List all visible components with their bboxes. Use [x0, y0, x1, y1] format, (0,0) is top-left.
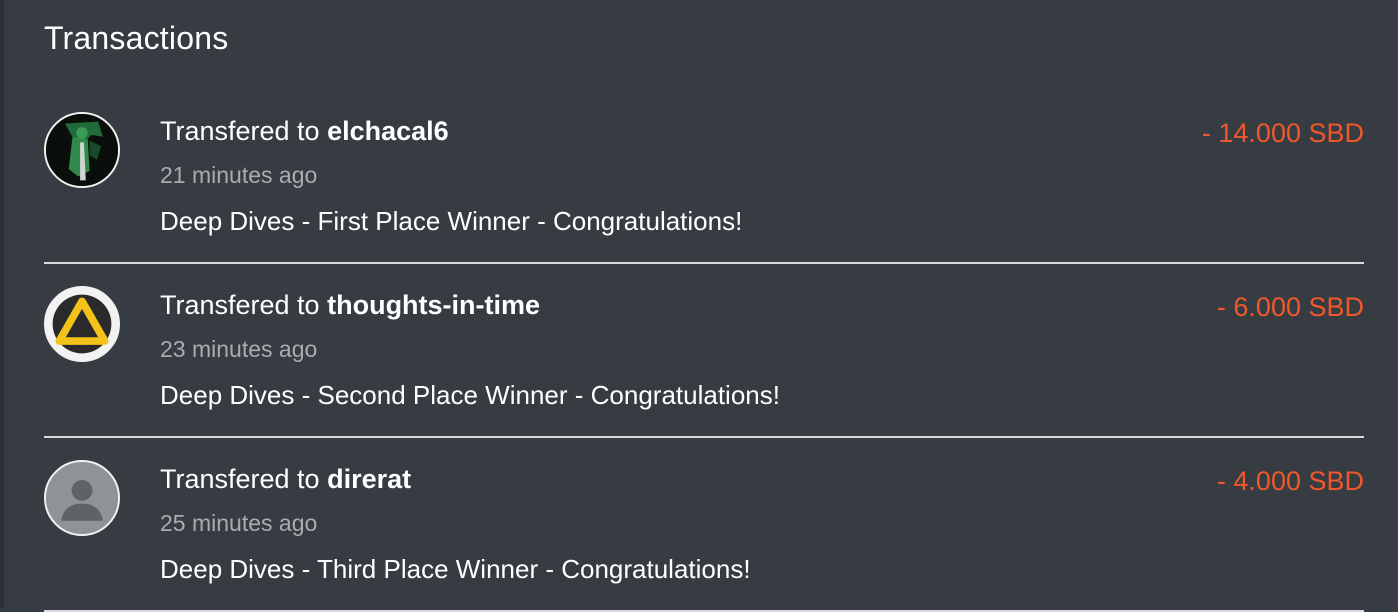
transfer-line: Transfered to thoughts-in-time — [160, 290, 540, 321]
recipient-link[interactable]: direrat — [327, 464, 411, 494]
transaction-time: 23 minutes ago — [160, 336, 318, 362]
transaction-memo: Deep Dives - Third Place Winner - Congra… — [160, 554, 751, 584]
avatar-default-user-icon[interactable] — [44, 460, 120, 536]
recipient-link[interactable]: thoughts-in-time — [327, 290, 540, 320]
transfer-prefix: Transfered to — [160, 290, 320, 320]
transfer-prefix: Transfered to — [160, 116, 320, 146]
avatar-default-user-graphic — [47, 463, 117, 533]
transaction-memo: Deep Dives - Second Place Winner - Congr… — [160, 380, 780, 410]
avatar-green-figure-icon[interactable] — [44, 112, 120, 188]
transaction-time: 25 minutes ago — [160, 510, 318, 536]
transaction-amount: - 6.000 SBD — [1216, 292, 1364, 322]
transfer-line: Transfered to direrat — [160, 464, 411, 495]
transaction-amount: - 4.000 SBD — [1216, 466, 1364, 496]
transaction-amount: - 14.000 SBD — [1201, 118, 1364, 148]
recipient-link[interactable]: elchacal6 — [327, 116, 449, 146]
transaction-item: Transfered to direrat 25 minutes ago Dee… — [44, 438, 1364, 612]
page-title: Transactions — [44, 20, 229, 56]
avatar-green-figure-graphic — [46, 114, 118, 186]
avatar-yellow-triangle-logo-graphic — [47, 289, 117, 359]
transaction-memo: Deep Dives - First Place Winner - Congra… — [160, 206, 743, 236]
transaction-time: 21 minutes ago — [160, 162, 318, 188]
transfer-line: Transfered to elchacal6 — [160, 116, 449, 147]
transactions-list: Transfered to elchacal6 21 minutes ago D… — [44, 90, 1364, 612]
transfer-prefix: Transfered to — [160, 464, 320, 494]
transaction-item: Transfered to thoughts-in-time 23 minute… — [44, 264, 1364, 438]
transactions-panel: Transactions Transfered to elchacal6 21 … — [4, 0, 1398, 612]
transaction-item: Transfered to elchacal6 21 minutes ago D… — [44, 90, 1364, 264]
avatar-yellow-triangle-logo-icon[interactable] — [44, 286, 120, 362]
